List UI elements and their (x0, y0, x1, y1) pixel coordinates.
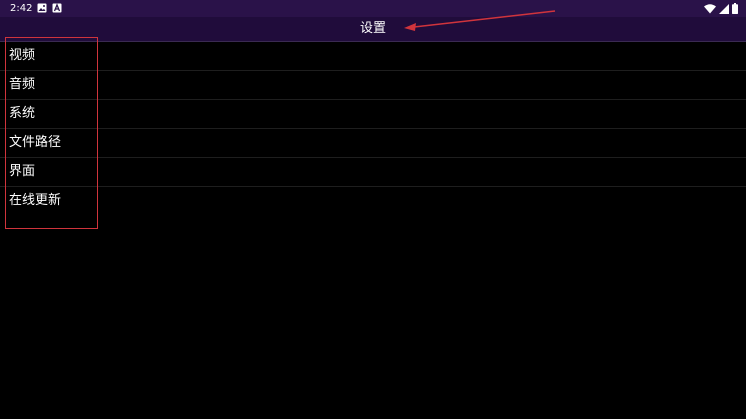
menu-item-video[interactable]: 视频 (0, 42, 746, 71)
status-right-icons (704, 3, 738, 14)
menu-item-system[interactable]: 系统 (0, 100, 746, 129)
battery-icon (732, 3, 738, 14)
signal-icon (719, 3, 729, 14)
settings-screen: 2:42 设置 视频 音频 系统 文件路径 界面 在线更新 (0, 0, 746, 419)
menu-item-online-update[interactable]: 在线更新 (0, 187, 746, 215)
menu-item-audio[interactable]: 音频 (0, 71, 746, 100)
status-time: 2:42 (10, 3, 33, 14)
wifi-icon (704, 3, 716, 13)
menu-item-file-path[interactable]: 文件路径 (0, 129, 746, 158)
settings-menu-list: 视频 音频 系统 文件路径 界面 在线更新 (0, 42, 746, 215)
image-icon (37, 3, 47, 13)
a-icon (52, 3, 62, 13)
page-title: 设置 (359, 21, 386, 36)
app-bar: 设置 (0, 17, 746, 42)
status-bar: 2:42 (0, 0, 746, 17)
status-left-icons (37, 3, 62, 13)
menu-item-interface[interactable]: 界面 (0, 158, 746, 187)
